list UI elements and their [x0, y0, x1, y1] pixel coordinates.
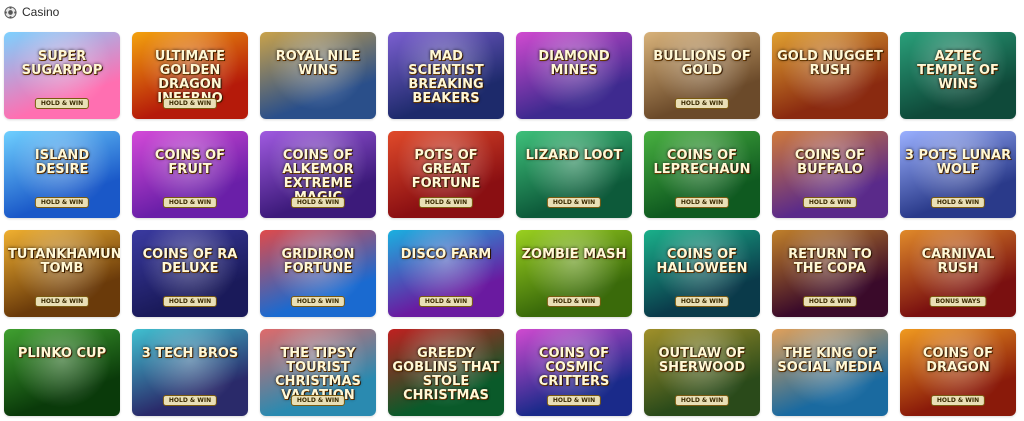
section-title: Casino [22, 5, 60, 19]
game-tile[interactable]: Pots of Great Fortune HOLD & WIN [388, 131, 504, 218]
game-tile[interactable]: Zombie Mash HOLD & WIN [516, 230, 632, 317]
game-tile[interactable]: 3 Tech Bros HOLD & WIN [132, 329, 248, 416]
game-tile[interactable]: Plinko Cup [4, 329, 120, 416]
game-tile[interactable]: Coins of Leprechaun HOLD & WIN [644, 131, 760, 218]
game-badge: HOLD & WIN [674, 395, 730, 406]
game-badge: HOLD & WIN [930, 197, 986, 208]
game-title: Diamond Mines [538, 49, 610, 78]
game-tile[interactable]: Return to the Copa HOLD & WIN [772, 230, 888, 317]
game-title: Super Sugarpop [21, 49, 103, 78]
game-title: 3 Tech Bros [141, 346, 239, 361]
game-tile[interactable]: Coins of Fruit HOLD & WIN [132, 131, 248, 218]
game-title: The King of Social Media [777, 346, 883, 375]
game-tile[interactable]: Coins of Buffalo HOLD & WIN [772, 131, 888, 218]
game-badge: HOLD & WIN [546, 395, 602, 406]
game-tile[interactable]: Island Desire HOLD & WIN [4, 131, 120, 218]
game-badge: HOLD & WIN [802, 296, 858, 307]
game-tile[interactable]: Coins of Alkemor Extreme MagicHOLD & WIN [260, 131, 376, 218]
game-title: Lizard Loot [525, 148, 623, 163]
game-tile[interactable]: Super Sugarpop HOLD & WIN [4, 32, 120, 119]
game-tile[interactable]: Coins of Halloween HOLD & WIN [644, 230, 760, 317]
game-badge: HOLD & WIN [674, 197, 730, 208]
game-tile[interactable]: Bullions of Gold HOLD & WIN [644, 32, 760, 119]
game-title: Tutankhamun's Tomb [8, 247, 120, 276]
game-tile[interactable]: Gridiron Fortune HOLD & WIN [260, 230, 376, 317]
casino-chip-icon [4, 5, 17, 19]
game-badge: HOLD & WIN [162, 98, 218, 109]
game-title: Zombie Mash [521, 247, 627, 262]
game-title: Gold Nugget Rush [777, 49, 883, 78]
section-header: Casino [4, 4, 59, 20]
game-tile[interactable]: Ultimate Golden Dragon InfernoHOLD & WIN [132, 32, 248, 119]
game-tile[interactable]: Royal Nile Wins [260, 32, 376, 119]
game-badge: HOLD & WIN [162, 197, 218, 208]
game-tile[interactable]: Carnival Rush BONUS WAYS [900, 230, 1016, 317]
game-title: Aztec Temple of Wins [917, 49, 999, 92]
game-title: Carnival Rush [921, 247, 995, 276]
game-title: Pots of Great Fortune [411, 148, 481, 191]
game-badge: HOLD & WIN [290, 197, 346, 208]
game-badge: HOLD & WIN [290, 395, 346, 406]
game-badge: HOLD & WIN [34, 98, 90, 109]
games-grid: Super Sugarpop HOLD & WIN Ultimate Golden … [4, 32, 1016, 416]
game-badge: BONUS WAYS [929, 296, 987, 307]
game-title: 3 Pots Lunar Wolf [904, 148, 1012, 177]
game-title: Royal Nile Wins [275, 49, 361, 78]
game-tile[interactable]: Diamond Mines [516, 32, 632, 119]
game-tile[interactable]: Gold Nugget Rush [772, 32, 888, 119]
game-badge: HOLD & WIN [418, 197, 474, 208]
game-tile[interactable]: 3 Pots Lunar Wolf HOLD & WIN [900, 131, 1016, 218]
game-title: Coins of Leprechaun [653, 148, 751, 177]
game-badge: HOLD & WIN [802, 197, 858, 208]
game-badge: HOLD & WIN [930, 395, 986, 406]
tile-artwork [4, 329, 120, 416]
game-badge: HOLD & WIN [674, 98, 730, 109]
game-title: Disco Farm [400, 247, 492, 262]
game-tile[interactable]: Aztec Temple of Wins [900, 32, 1016, 119]
game-title: Mad Scientist Breaking Beakers [408, 49, 484, 106]
game-title: Bullions of Gold [653, 49, 751, 78]
game-title: Coins of Cosmic Critters [538, 346, 610, 389]
game-title: Outlaw of Sherwood [658, 346, 746, 375]
game-title: Return to the Copa [788, 247, 872, 276]
game-title: Island Desire [34, 148, 90, 177]
game-title: Coins of Dragon [922, 346, 994, 375]
game-tile[interactable]: Coins of Cosmic Critters HOLD & WIN [516, 329, 632, 416]
game-badge: HOLD & WIN [162, 395, 218, 406]
game-title: Coins of Halloween [656, 247, 748, 276]
game-title: Plinko Cup [17, 346, 107, 361]
game-tile[interactable]: Mad Scientist Breaking Beakers [388, 32, 504, 119]
game-tile[interactable]: Outlaw of Sherwood HOLD & WIN [644, 329, 760, 416]
game-tile[interactable]: Disco Farm HOLD & WIN [388, 230, 504, 317]
game-title: Coins of Fruit [154, 148, 226, 177]
game-badge: HOLD & WIN [162, 296, 218, 307]
game-title: Coins of Ra Deluxe [142, 247, 238, 276]
game-badge: HOLD & WIN [290, 296, 346, 307]
game-badge: HOLD & WIN [418, 296, 474, 307]
game-badge: HOLD & WIN [674, 296, 730, 307]
game-badge: HOLD & WIN [546, 296, 602, 307]
game-tile[interactable]: The King of Social Media [772, 329, 888, 416]
game-tile[interactable]: Coins of Dragon HOLD & WIN [900, 329, 1016, 416]
game-badge: HOLD & WIN [34, 197, 90, 208]
game-title: Greedy Goblins That Stole Christmas [392, 346, 500, 403]
game-title: Gridiron Fortune [281, 247, 355, 276]
game-tile[interactable]: The Tipsy Tourist Christmas VacationHOLD… [260, 329, 376, 416]
game-tile[interactable]: Lizard Loot HOLD & WIN [516, 131, 632, 218]
game-title: Coins of Buffalo [794, 148, 866, 177]
game-badge: HOLD & WIN [34, 296, 90, 307]
game-tile[interactable]: Coins of Ra Deluxe HOLD & WIN [132, 230, 248, 317]
game-tile[interactable]: Greedy Goblins That Stole Christmas [388, 329, 504, 416]
game-badge: HOLD & WIN [546, 197, 602, 208]
game-tile[interactable]: Tutankhamun's Tomb HOLD & WIN [4, 230, 120, 317]
